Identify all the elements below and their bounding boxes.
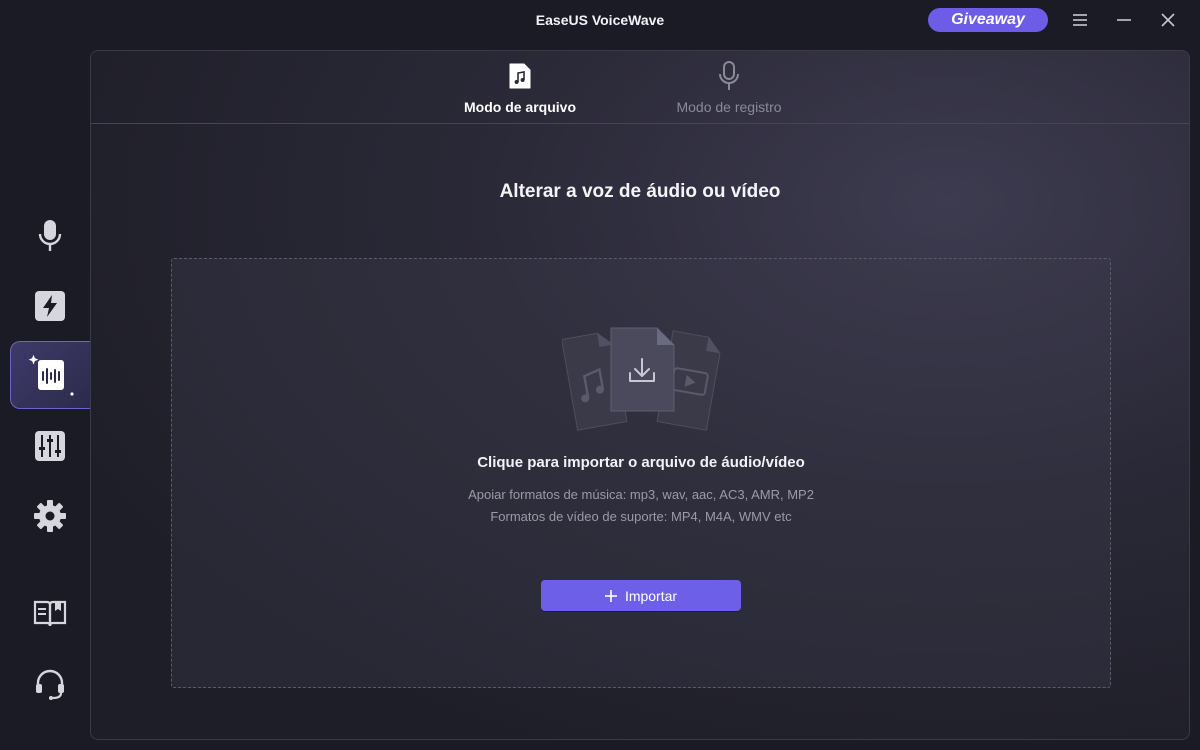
giveaway-button[interactable]: Giveaway: [928, 8, 1048, 32]
sidebar-item-guide[interactable]: [10, 580, 90, 648]
microphone-icon: [38, 220, 62, 251]
tab-file-mode[interactable]: Modo de arquivo: [440, 61, 600, 119]
hamburger-menu-icon[interactable]: [1066, 6, 1094, 34]
import-drop-zone[interactable]: Clique para importar o arquivo de áudio/…: [171, 258, 1111, 688]
sidebar-item-effects[interactable]: [10, 272, 90, 340]
sidebar-item-equalizer[interactable]: [10, 412, 90, 480]
page-title: Alterar a voz de áudio ou vídeo: [499, 181, 781, 202]
sidebar-item-settings[interactable]: [10, 482, 90, 550]
main-panel: Modo de arquivo Modo de registro Alterar…: [90, 50, 1190, 740]
title-bar: EaseUS VoiceWave Giveaway: [0, 0, 1200, 40]
sidebar-item-microphone[interactable]: [10, 202, 90, 270]
music-file-icon: [509, 63, 531, 89]
book-icon: [33, 600, 67, 627]
mode-tabs: Modo de arquivo Modo de registro: [91, 51, 1189, 124]
sidebar: [0, 40, 90, 750]
microphone-icon: [719, 61, 739, 90]
gear-icon: [34, 500, 66, 532]
import-button-label: Importar: [624, 587, 678, 604]
tab-record-mode[interactable]: Modo de registro: [649, 61, 809, 119]
sliders-icon: [35, 431, 65, 461]
tab-record-mode-label: Modo de registro: [676, 99, 782, 115]
sidebar-item-file-voice-changer[interactable]: [10, 341, 90, 409]
import-files-icon: [562, 327, 721, 431]
import-button[interactable]: Importar: [541, 580, 741, 611]
plus-icon: [604, 589, 617, 602]
lightning-icon: [35, 291, 65, 321]
video-formats-text: Formatos de vídeo de suporte: MP4, M4A, …: [490, 509, 792, 524]
drop-zone-title: Clique para importar o arquivo de áudio/…: [477, 454, 805, 471]
tab-file-mode-label: Modo de arquivo: [464, 99, 576, 115]
audio-file-wave-icon: [28, 354, 74, 396]
sidebar-item-support[interactable]: [10, 650, 90, 718]
close-icon[interactable]: [1154, 6, 1182, 34]
music-formats-text: Apoiar formatos de música: mp3, wav, aac…: [468, 487, 814, 502]
minimize-icon[interactable]: [1110, 6, 1138, 34]
headset-icon: [36, 669, 64, 700]
